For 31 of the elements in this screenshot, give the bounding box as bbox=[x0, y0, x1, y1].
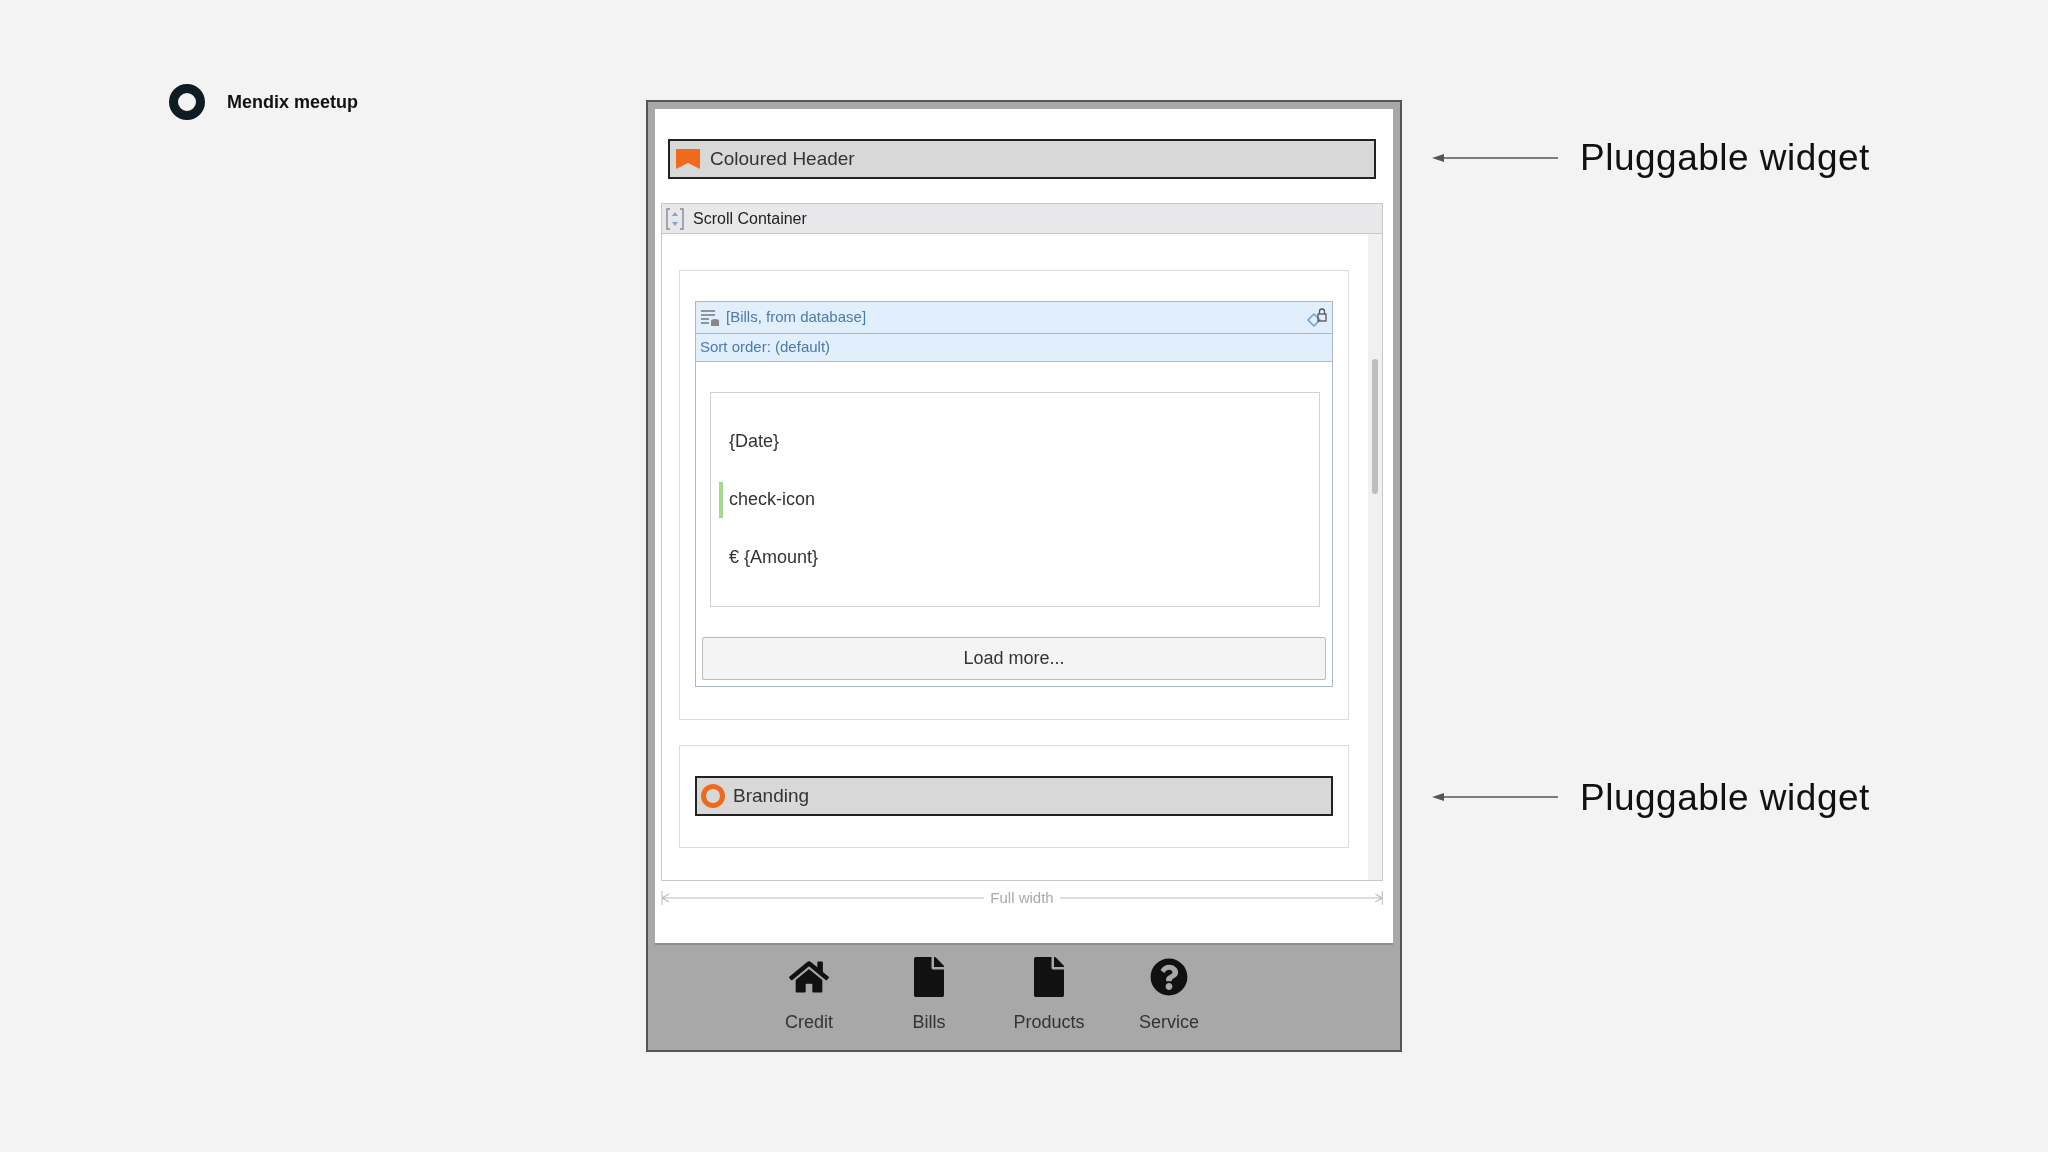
data-view[interactable]: [Bills, from database] Sort order: (default) {Date} check-icon € {Amount} Load more... bbox=[695, 301, 1333, 687]
branding-widget[interactable]: Branding bbox=[695, 776, 1333, 816]
nav-item[interactable]: Service bbox=[1131, 953, 1207, 1050]
load-more-button[interactable]: Load more... bbox=[702, 637, 1326, 680]
width-label: Full width bbox=[989, 888, 1055, 908]
indicator-bar bbox=[719, 481, 723, 518]
help-icon bbox=[1150, 958, 1188, 996]
field-text: € {Amount} bbox=[729, 546, 819, 569]
nav-item[interactable]: Products bbox=[1011, 953, 1087, 1050]
coloured-header-widget[interactable]: Coloured Header bbox=[668, 139, 1376, 179]
lock-icon bbox=[1306, 307, 1328, 328]
annotation-text: Pluggable widget bbox=[1580, 136, 1870, 180]
container-label: Scroll Container bbox=[693, 208, 807, 229]
scroll-icon bbox=[665, 206, 685, 231]
file-icon bbox=[914, 957, 944, 997]
bookmark-icon bbox=[676, 149, 700, 169]
widget-label: Coloured Header bbox=[710, 146, 855, 171]
field-text: {Date} bbox=[729, 430, 780, 453]
file-icon bbox=[1034, 957, 1064, 997]
annotation-text: Pluggable widget bbox=[1580, 775, 1870, 820]
ring-icon bbox=[701, 784, 725, 808]
nav-item[interactable]: Credit bbox=[771, 953, 847, 1050]
data-source: [Bills, from database] bbox=[726, 307, 867, 328]
sort-order: Sort order: (default) bbox=[700, 337, 831, 358]
scrollbar-thumb[interactable] bbox=[1372, 359, 1378, 494]
logo-icon bbox=[169, 84, 205, 120]
brand-name: Mendix meetup bbox=[227, 90, 359, 114]
list-icon bbox=[700, 307, 720, 328]
field-text: check-icon bbox=[729, 488, 816, 511]
widget-label: Branding bbox=[733, 783, 810, 808]
nav-item[interactable]: Bills bbox=[891, 953, 967, 1050]
